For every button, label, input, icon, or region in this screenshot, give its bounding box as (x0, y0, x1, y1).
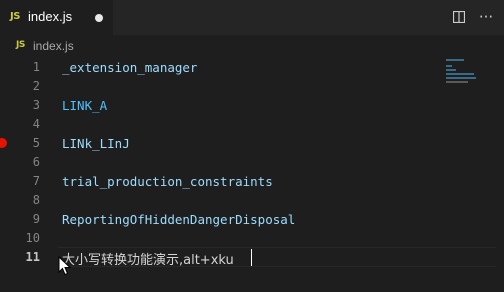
unsaved-changes-dot-icon[interactable] (95, 14, 103, 22)
code-editor[interactable]: 1 _extension_manager 2 3 LINK_A 4 5 LINk… (0, 57, 504, 292)
text-cursor (251, 249, 252, 266)
gutter-line[interactable]: 6 (0, 154, 58, 173)
minimap-line (446, 73, 474, 75)
line-number: 4 (32, 117, 40, 131)
mouse-pointer-icon (58, 256, 72, 276)
minimap-line (446, 69, 456, 71)
gutter-line[interactable]: 7 (0, 173, 58, 192)
gutter-line[interactable]: 5 (0, 135, 58, 154)
breadcrumb: JS index.js (0, 35, 504, 57)
tab-filename: index.js (28, 9, 73, 24)
line-number: 7 (32, 174, 40, 188)
minimap-line (446, 77, 476, 79)
code-line[interactable]: ReportingOfHiddenDangerDisposal (62, 212, 295, 227)
minimap-line (446, 81, 468, 83)
breadcrumb-filename[interactable]: index.js (33, 39, 74, 53)
code-line[interactable]: LINk_LInJ (62, 136, 130, 151)
editor-tab-index-js[interactable]: JS index.js (0, 0, 113, 35)
code-line-active[interactable]: 大小写转换功能演示,alt+xku (62, 249, 234, 268)
vertical-scrollbar[interactable] (496, 57, 504, 292)
more-actions-icon[interactable]: ··· (477, 7, 495, 27)
code-line[interactable]: _extension_manager (62, 60, 197, 75)
code-line[interactable]: trial_production_constraints (62, 174, 273, 189)
tab-bar: JS index.js ··· (0, 0, 504, 35)
gutter-line[interactable]: 11 (0, 249, 58, 268)
minimap-line (446, 59, 464, 61)
gutter-line[interactable]: 8 (0, 192, 58, 211)
line-number: 8 (32, 193, 40, 207)
minimap-line (446, 65, 452, 67)
javascript-file-icon: JS (16, 40, 25, 50)
gutter-line[interactable]: 3 (0, 97, 58, 116)
breakpoint-icon[interactable] (0, 138, 7, 148)
gutter-line[interactable]: 1 (0, 59, 58, 78)
gutter-line[interactable]: 10 (0, 230, 58, 249)
line-number: 2 (32, 79, 40, 93)
gutter-line[interactable]: 9 (0, 211, 58, 230)
line-number: 6 (32, 155, 40, 169)
split-editor-icon[interactable] (453, 11, 465, 23)
line-number: 1 (32, 60, 40, 74)
line-number-active: 11 (25, 250, 40, 264)
line-number: 9 (32, 212, 40, 226)
gutter-line[interactable]: 2 (0, 78, 58, 97)
line-number: 3 (32, 98, 40, 112)
javascript-file-icon: JS (10, 11, 20, 22)
line-number: 5 (32, 136, 40, 150)
line-number: 10 (25, 231, 40, 245)
code-line[interactable]: LINK_A (62, 98, 107, 113)
gutter-line[interactable]: 4 (0, 116, 58, 135)
minimap[interactable] (436, 57, 496, 292)
